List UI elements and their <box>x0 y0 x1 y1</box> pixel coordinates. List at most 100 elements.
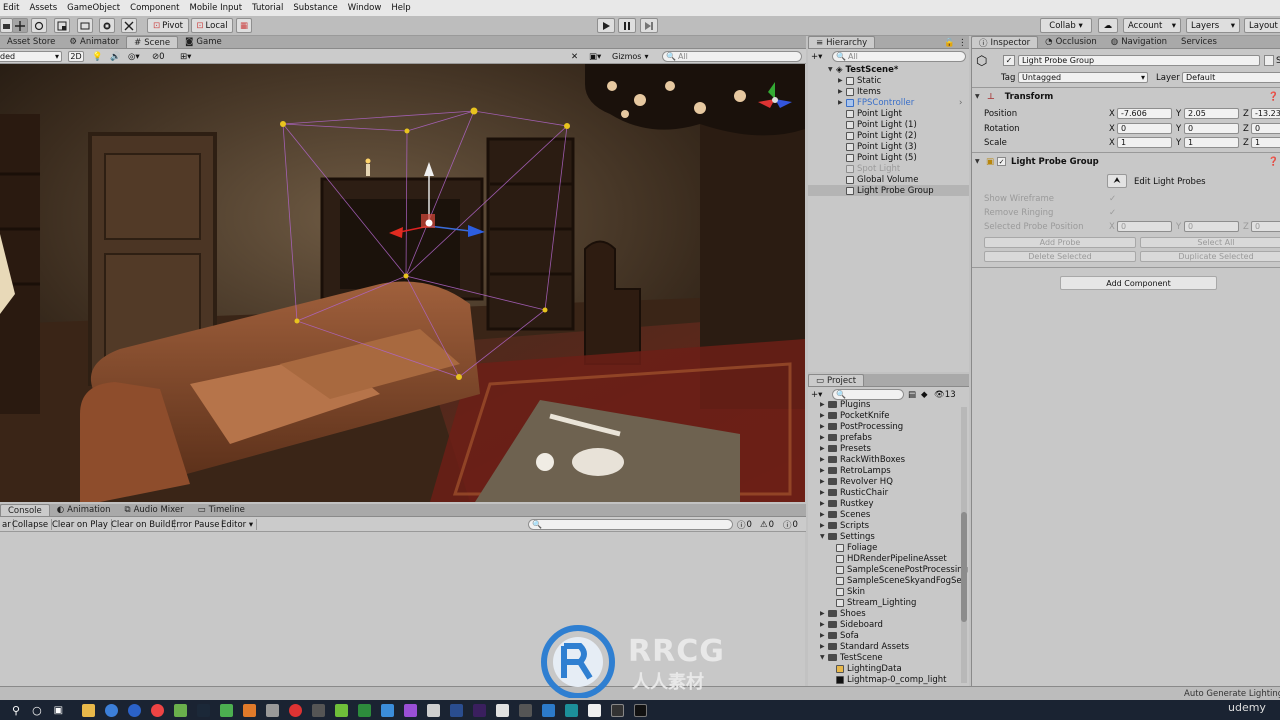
help-icon[interactable]: ❓ <box>1268 156 1279 167</box>
tab-project[interactable]: ▭ Project <box>808 374 865 386</box>
camera-icon[interactable]: ▣▾ <box>589 51 601 62</box>
active-checkbox[interactable]: ✓ <box>1003 55 1015 66</box>
unity-icon[interactable] <box>634 703 648 717</box>
app-icon[interactable] <box>312 703 326 717</box>
app-icon[interactable] <box>588 703 602 717</box>
project-asset-item[interactable]: Stream_Lighting <box>836 597 916 608</box>
menu-component[interactable]: Component <box>130 3 179 13</box>
collapsed-arrow-icon[interactable]: ▶ <box>820 423 828 430</box>
gizmos-dropdown[interactable]: Gizmos ▾ <box>609 51 655 62</box>
project-folder-item[interactable]: ▶ Plugins <box>820 399 870 410</box>
add-probe-button[interactable]: Add Probe <box>984 237 1136 248</box>
chevron-right-icon[interactable]: › <box>959 97 962 108</box>
search-icon[interactable]: ⚲ <box>12 704 20 717</box>
project-folder-item[interactable]: ▶ Shoes <box>820 608 866 619</box>
hierarchy-item[interactable]: Point Light (5) <box>846 152 917 163</box>
menu-assets[interactable]: Assets <box>29 3 57 13</box>
tab-services[interactable]: Services <box>1174 36 1224 48</box>
task-view-icon[interactable]: ▣ <box>54 705 63 716</box>
error-count-toggle[interactable]: ⓘ 0 <box>783 519 798 531</box>
console-search-input[interactable]: 🔍 <box>528 519 733 530</box>
expand-arrow-icon[interactable]: ▼ <box>820 533 828 540</box>
cortana-icon[interactable]: ○ <box>32 704 42 717</box>
collapsed-arrow-icon[interactable]: ▶ <box>820 434 828 441</box>
after-effects-icon[interactable] <box>473 703 487 717</box>
tab-timeline[interactable]: ▭ Timeline <box>191 504 252 516</box>
hierarchy-item[interactable]: Point Light (3) <box>846 141 917 152</box>
tab-game[interactable]: ◙ Game <box>178 36 229 48</box>
add-component-button[interactable]: Add Component <box>1060 276 1217 290</box>
pause-button[interactable] <box>618 18 636 33</box>
scale-z-field[interactable]: 1 <box>1251 137 1280 148</box>
collapsed-arrow-icon[interactable]: ▶ <box>820 621 828 628</box>
hidden-packages-toggle[interactable]: 👁 13 <box>934 389 956 400</box>
collapsed-arrow-icon[interactable]: ▶ <box>820 632 828 639</box>
show-wireframe-checkbox[interactable]: ✓ <box>1109 193 1116 204</box>
scrollbar-thumb[interactable] <box>961 512 967 622</box>
record-icon[interactable] <box>289 703 303 717</box>
project-folder-item[interactable]: ▶ RusticChair <box>820 487 888 498</box>
clear-on-build-button[interactable]: Clear on Build <box>108 519 175 530</box>
file-explorer-icon[interactable] <box>82 703 96 717</box>
tag-dropdown[interactable]: Untagged ▾ <box>1018 72 1148 83</box>
collapsed-arrow-icon[interactable]: ▶ <box>820 478 828 485</box>
help-icon[interactable]: ❓ <box>1268 91 1279 102</box>
photoshop-icon[interactable] <box>450 703 464 717</box>
project-asset-item[interactable]: Lightmap-0_comp_light <box>836 674 946 685</box>
mode-2d-toggle[interactable]: 2D <box>68 51 84 62</box>
rect-tool-button[interactable] <box>77 18 93 33</box>
project-asset-item[interactable]: Skin <box>836 586 865 597</box>
menu-substance[interactable]: Substance <box>293 3 337 13</box>
project-folder-item[interactable]: ▶ Rustkey <box>820 498 874 509</box>
project-asset-item[interactable]: SampleScenePostProcessing <box>836 564 968 575</box>
menu-tutorial[interactable]: Tutorial <box>252 3 283 13</box>
tab-navigation[interactable]: ◍ Navigation <box>1104 36 1174 48</box>
app-icon[interactable] <box>519 703 533 717</box>
app-icon[interactable] <box>220 703 234 717</box>
cloud-button[interactable]: ☁ <box>1098 18 1118 33</box>
snap-toggle[interactable]: ▦ <box>236 18 252 33</box>
position-z-field[interactable]: -13.239 <box>1251 108 1280 119</box>
probe-z-field[interactable]: 0 <box>1251 221 1280 232</box>
position-y-field[interactable]: 2.05 <box>1184 108 1239 119</box>
hierarchy-item[interactable]: ▶ Items <box>838 86 881 97</box>
project-scrollbar[interactable] <box>961 407 967 683</box>
app-icon[interactable] <box>496 703 510 717</box>
tab-occlusion[interactable]: ◔ Occlusion <box>1038 36 1104 48</box>
layers-dropdown[interactable]: Layers ▾ <box>1186 18 1240 33</box>
component-enabled-checkbox[interactable]: ✓ <box>997 157 1007 166</box>
duplicate-selected-button[interactable]: Duplicate Selected <box>1140 251 1280 262</box>
project-folder-item[interactable]: ▶ Scenes <box>820 509 870 520</box>
project-folder-item[interactable]: ▶ RetroLamps <box>820 465 891 476</box>
project-folder-item[interactable]: ▶ prefabs <box>820 432 872 443</box>
project-folder-item[interactable]: ▶ PostProcessing <box>820 421 903 432</box>
collapsed-arrow-icon[interactable]: ▶ <box>820 401 828 408</box>
app-icon[interactable] <box>611 703 625 717</box>
scene-view[interactable] <box>0 64 805 502</box>
transform-header[interactable]: ▼ ⊥ Transform <box>975 91 1053 102</box>
project-folder-item[interactable]: ▶ Standard Assets <box>820 641 909 652</box>
rotation-z-field[interactable]: 0 <box>1251 123 1280 134</box>
scale-y-field[interactable]: 1 <box>1184 137 1239 148</box>
project-folder-item[interactable]: ▶ Scripts <box>820 520 869 531</box>
project-folder-item[interactable]: ▶ Sideboard <box>820 619 883 630</box>
clear-on-play-button[interactable]: Clear on Play <box>49 519 112 530</box>
local-toggle[interactable]: ⊡ Local <box>191 18 233 33</box>
project-folder-item[interactable]: ▶ Presets <box>820 443 871 454</box>
chrome-icon[interactable] <box>151 703 165 717</box>
app-icon[interactable] <box>404 703 418 717</box>
scale-tool-button[interactable] <box>54 18 70 33</box>
tab-animation[interactable]: ◐ Animation <box>50 504 118 516</box>
lighting-icon[interactable]: 💡 <box>92 51 103 62</box>
step-button[interactable] <box>640 18 658 33</box>
rotation-y-field[interactable]: 0 <box>1184 123 1239 134</box>
rotation-x-field[interactable]: 0 <box>1117 123 1172 134</box>
editor-dropdown[interactable]: Editor ▾ <box>218 519 258 530</box>
effects-icon[interactable]: ◎▾ <box>128 51 140 62</box>
app-icon[interactable] <box>427 703 441 717</box>
hidden-objects-toggle[interactable]: ⊘ 0 <box>152 51 165 62</box>
create-dropdown[interactable]: +▾ <box>811 51 822 62</box>
hierarchy-item[interactable]: Point Light (1) <box>846 119 917 130</box>
hierarchy-item[interactable]: Global Volume <box>846 174 918 185</box>
light-probe-group-header[interactable]: ▼ ▣ ✓ Light Probe Group <box>975 156 1099 167</box>
